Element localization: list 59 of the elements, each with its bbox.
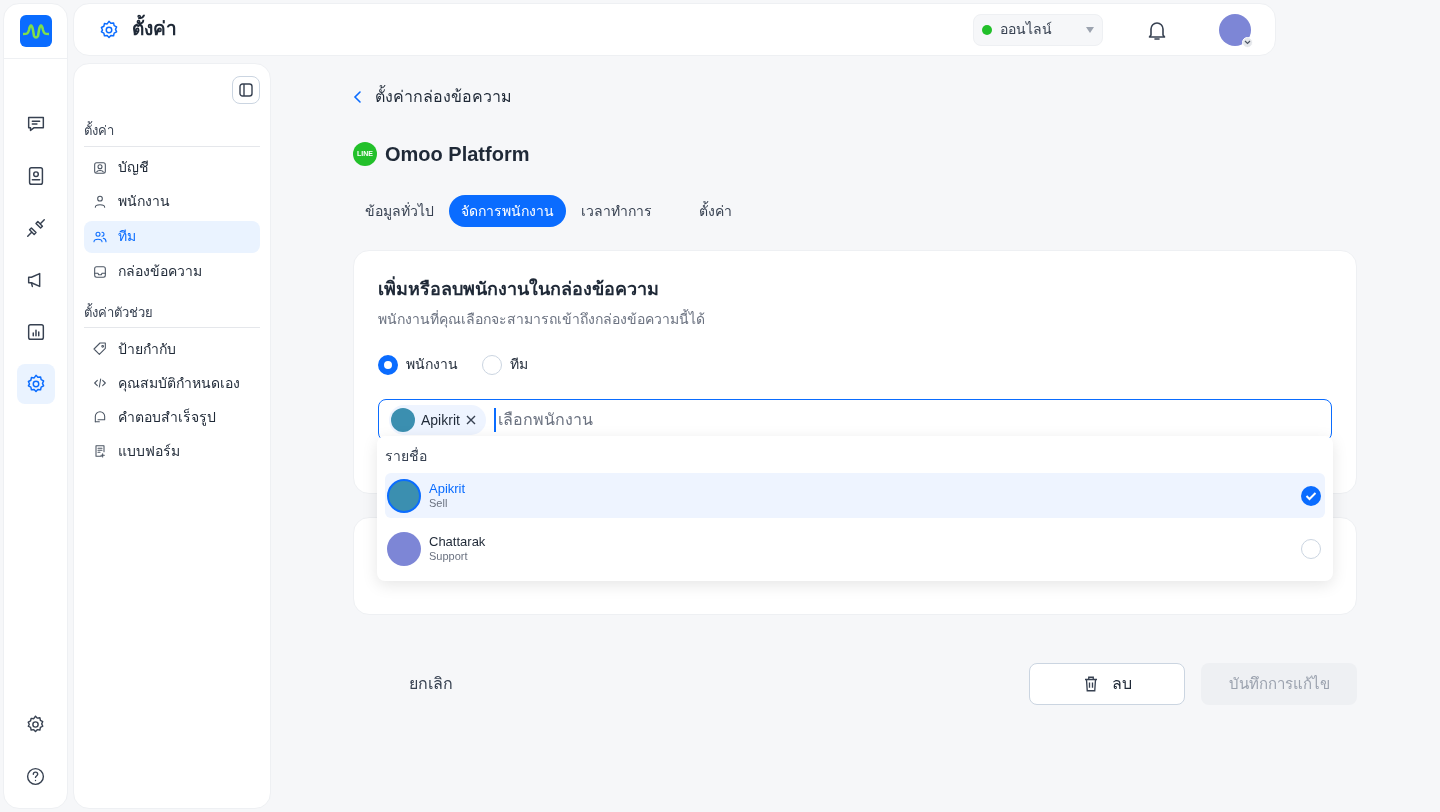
user-icon [92, 193, 108, 210]
back-chevron-icon[interactable] [353, 90, 363, 104]
staff-option[interactable]: Chattarak Support [385, 526, 1325, 571]
avatar-placeholder [391, 408, 415, 432]
plug-icon [24, 217, 47, 239]
settings-icon [25, 713, 46, 735]
sidebar-item[interactable]: คำตอบสำเร็จรูป [84, 402, 260, 432]
tab[interactable]: เวลาทำการ [569, 195, 664, 227]
status-dropdown[interactable]: ออนไลน์ [973, 13, 1103, 46]
chat-reply-icon [92, 409, 108, 425]
list-heading: รายชื่อ [385, 446, 428, 466]
section-heading: ตั้งค่า [84, 121, 260, 147]
inbox-icon [92, 263, 108, 280]
app-logo [19, 15, 52, 47]
card-subtitle: พนักงานที่คุณเลือกจะสามารถเข้าถึงกล่องข้อความนี้ได้ [378, 309, 706, 330]
user-avatar[interactable] [1219, 13, 1251, 46]
staff-option[interactable]: Apikrit Sell [385, 473, 1325, 518]
sidebar-item[interactable]: กล่องข้อความ [84, 256, 260, 287]
channel-name: Omoo Platform [385, 142, 530, 167]
avatar-placeholder [387, 478, 421, 513]
avatar-placeholder [387, 531, 421, 566]
cancel-button[interactable]: ยกเลิก [393, 664, 469, 704]
page-title: ตั้งค่า [132, 15, 177, 44]
section-heading: ตั้งค่าตัวช่วย [84, 302, 260, 328]
sidebar-item[interactable]: ทีม [84, 220, 260, 253]
form-icon [92, 443, 108, 459]
staff-role: Sell [429, 496, 449, 511]
tab[interactable]: ข้อมูลทั่วไป [353, 195, 446, 227]
settings-icon [98, 18, 120, 41]
sidebar-item[interactable]: คุณสมบัติกำหนดเอง [84, 368, 260, 398]
tab[interactable]: ตั้งค่า [687, 195, 744, 227]
caret-icon [1086, 26, 1094, 33]
card-title: เพิ่มหรือลบพนักงานในกล่องข้อความ [378, 276, 1332, 303]
help-icon [25, 765, 46, 787]
delete-button[interactable]: ลบ [1029, 663, 1185, 705]
close-icon[interactable] [465, 415, 476, 425]
radio-label: ทีม [510, 355, 528, 374]
sidebar-item[interactable]: บัญชี [84, 152, 260, 183]
sidebar-item[interactable]: พนักงาน [84, 186, 260, 217]
trash-icon [1082, 675, 1100, 693]
nav-button[interactable] [16, 364, 55, 404]
staff-name: Chattarak [429, 533, 487, 550]
chip-label: Apikrit [421, 410, 460, 430]
panel-icon [239, 83, 253, 97]
sidebar-toggle-button[interactable] [232, 76, 260, 104]
tag-icon [92, 341, 108, 357]
sidebar-item[interactable]: ป้ายกำกับ [84, 334, 260, 364]
chevron-down-icon [1242, 36, 1253, 48]
back-link[interactable]: ตั้งค่ากล่องข้อความ [375, 85, 512, 109]
tab[interactable]: จัดการพนักงาน [449, 195, 566, 227]
radio-label: พนักงาน [406, 355, 458, 374]
staff-role: Support [429, 549, 469, 564]
id-card-icon [92, 159, 108, 176]
text-input[interactable]: เลือกพนักงาน [493, 408, 1321, 432]
check-icon[interactable] [1301, 485, 1321, 506]
sidebar-item[interactable]: แบบฟอร์ม [84, 436, 260, 466]
radio-button[interactable] [378, 354, 398, 375]
staff-name: Apikrit [429, 480, 467, 497]
code-icon [92, 375, 108, 391]
